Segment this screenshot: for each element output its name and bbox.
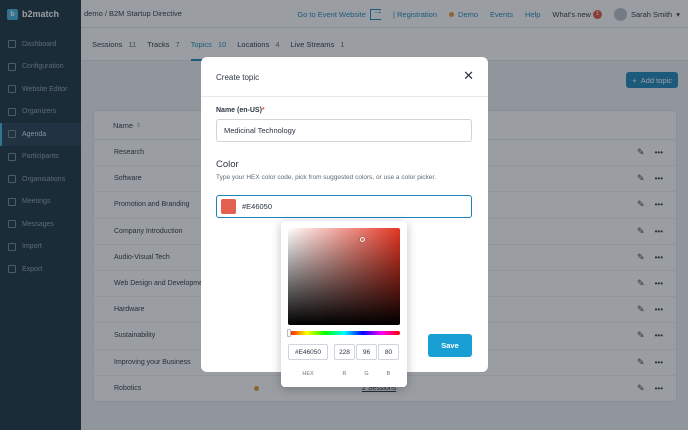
save-button[interactable]: Save <box>428 334 472 357</box>
picker-g-input[interactable]: 96 <box>356 344 377 360</box>
saturation-value-area[interactable] <box>288 228 400 325</box>
picker-hex-input[interactable]: #E46050 <box>288 344 328 360</box>
picker-hex-label: HEX <box>302 371 314 377</box>
close-icon[interactable]: ✕ <box>463 68 474 84</box>
color-hex-value: #E46050 <box>242 202 273 211</box>
color-hint: Type your HEX color code, pick from sugg… <box>216 174 437 181</box>
modal-title: Create topic <box>216 73 260 82</box>
picker-b-label: B <box>386 371 391 377</box>
divider <box>201 96 488 97</box>
color-heading: Color <box>216 159 239 170</box>
picker-b-input[interactable]: 80 <box>378 344 399 360</box>
name-label-text: Name (en-US) <box>216 107 262 114</box>
topic-name-input[interactable] <box>216 119 472 142</box>
color-picker: #E46050 228 96 80 HEX R G B <box>281 221 407 387</box>
color-swatch[interactable] <box>221 199 236 214</box>
hue-handle[interactable] <box>287 329 291 337</box>
picker-r-input[interactable]: 228 <box>334 344 355 360</box>
picker-r-label: R <box>342 371 347 377</box>
hue-slider[interactable] <box>288 331 400 335</box>
name-field-label: Name (en-US)* <box>216 107 265 114</box>
required-mark: * <box>261 107 265 114</box>
saturation-handle[interactable] <box>360 237 365 242</box>
color-hex-field[interactable]: #E46050 <box>216 195 472 218</box>
picker-g-label: G <box>364 371 369 377</box>
